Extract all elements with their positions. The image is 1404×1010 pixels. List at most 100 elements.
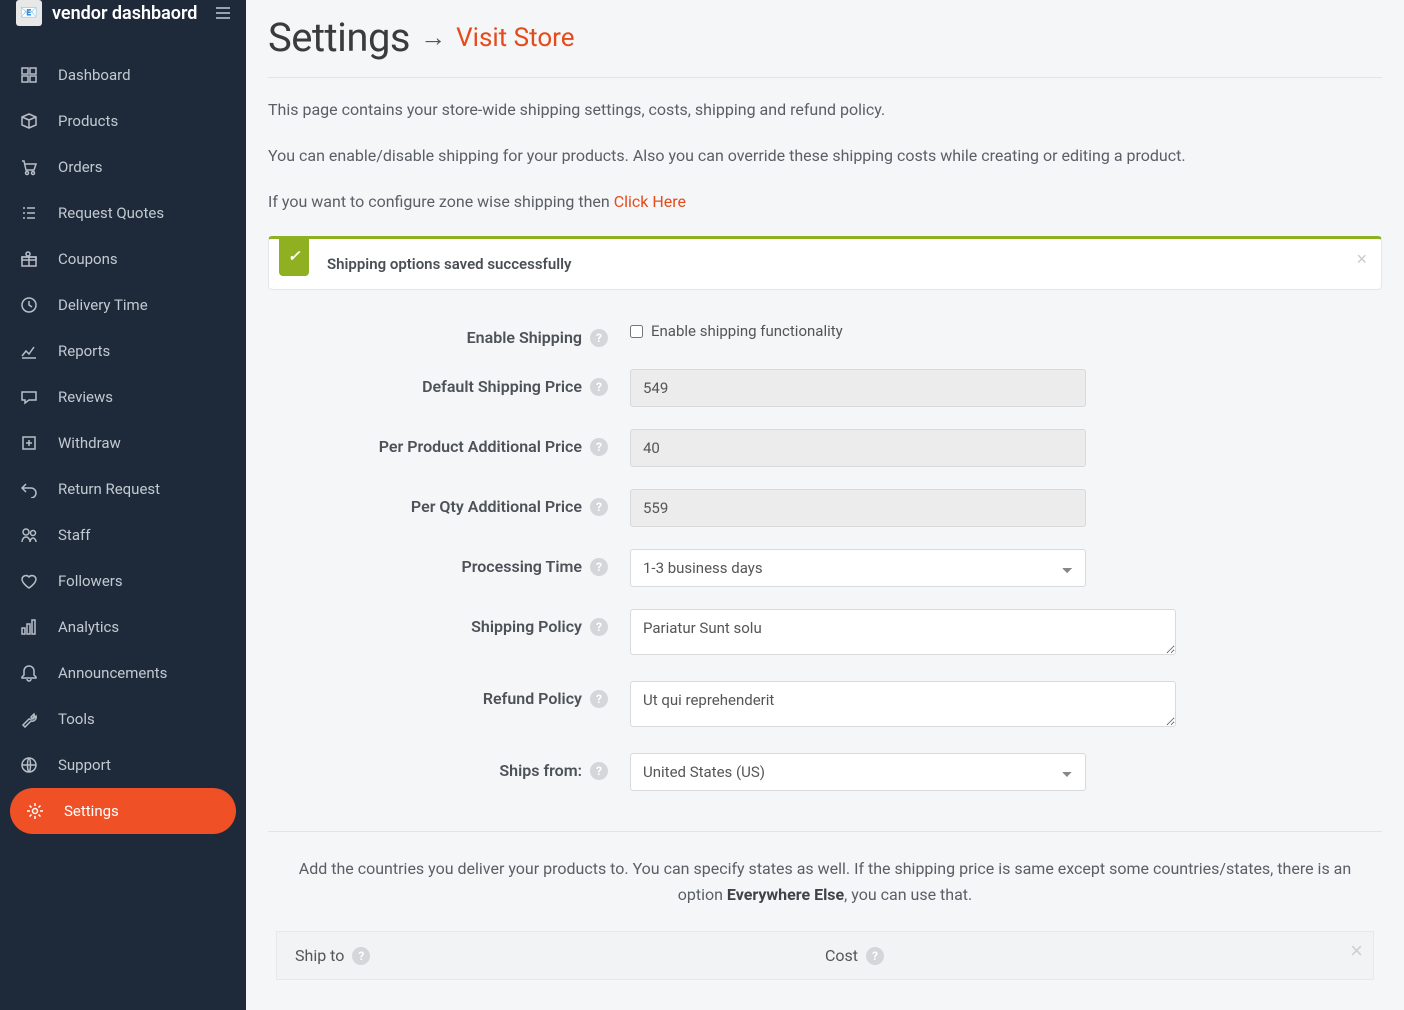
row-default-shipping-price: Default Shipping Price ? [268,369,1382,407]
help-icon[interactable]: ? [590,498,608,516]
sidebar-item-request-quotes[interactable]: Request Quotes [0,190,246,236]
sidebar-item-orders[interactable]: Orders [0,144,246,190]
shipping-policy-label: Shipping Policy [471,617,582,636]
alert-message: Shipping options saved successfully [327,255,572,273]
processing-time-select[interactable]: 1-3 business days [630,549,1086,587]
help-icon[interactable]: ? [590,558,608,576]
users-icon [20,526,38,544]
enable-shipping-checkbox-text: Enable shipping functionality [651,322,843,340]
list-icon [20,204,38,222]
help-icon[interactable]: ? [590,618,608,636]
refund-policy-textarea[interactable] [630,681,1176,727]
sidebar-item-announcements[interactable]: Announcements [0,650,246,696]
enable-shipping-checkbox[interactable] [630,325,643,338]
bell-icon [20,664,38,682]
globe-icon [20,756,38,774]
cart-icon [20,158,38,176]
sidebar-item-label: Dashboard [58,66,131,84]
sidebar-item-label: Announcements [58,664,167,682]
sidebar-item-label: Products [58,112,118,130]
sidebar-item-reviews[interactable]: Reviews [0,374,246,420]
countries-note-bold: Everywhere Else [727,885,844,904]
sidebar: 📧 vendor dashbaord DashboardProductsOrde… [0,0,246,1010]
main-content: Settings → Visit Store This page contain… [246,0,1404,1010]
ships-from-label: Ships from: [499,761,582,780]
alert-close-button[interactable]: × [1356,249,1367,270]
sidebar-item-analytics[interactable]: Analytics [0,604,246,650]
help-icon[interactable]: ? [590,329,608,347]
intro-p3-prefix: If you want to configure zone wise shipp… [268,192,614,211]
sidebar-item-reports[interactable]: Reports [0,328,246,374]
sidebar-item-staff[interactable]: Staff [0,512,246,558]
sidebar-item-return-request[interactable]: Return Request [0,466,246,512]
chart-icon [20,342,38,360]
heart-icon [20,572,38,590]
zone-shipping-link[interactable]: Click Here [614,192,686,211]
sidebar-item-support[interactable]: Support [0,742,246,788]
sidebar-item-label: Analytics [58,618,119,636]
sidebar-item-withdraw[interactable]: Withdraw [0,420,246,466]
processing-time-label: Processing Time [461,557,582,576]
intro-text: This page contains your store-wide shipp… [268,98,1382,214]
th-ship-to: Ship to ? [295,946,825,965]
per-qty-additional-label: Per Qty Additional Price [411,497,582,516]
shipping-policy-textarea[interactable] [630,609,1176,655]
sidebar-item-label: Orders [58,158,103,176]
sidebar-nav: Dashboard Products Orders Request Quotes Cou… [0,32,246,834]
arrow-icon: → [420,22,446,53]
menu-toggle-icon[interactable] [216,7,230,19]
help-icon[interactable]: ? [352,947,370,965]
sidebar-item-label: Tools [58,710,95,728]
th-cost: Cost ? [825,946,1355,965]
sidebar-item-delivery-time[interactable]: Delivery Time [0,282,246,328]
row-refund-policy: Refund Policy ? [268,681,1382,731]
gear-icon [26,802,44,820]
sidebar-item-products[interactable]: Products [0,98,246,144]
row-per-qty-additional: Per Qty Additional Price ? [268,489,1382,527]
row-per-product-additional: Per Product Additional Price ? [268,429,1382,467]
table-close-button[interactable]: × [1350,938,1363,964]
sidebar-item-label: Withdraw [58,434,121,452]
th-cost-label: Cost [825,946,858,965]
gift-icon [20,250,38,268]
sidebar-item-coupons[interactable]: Coupons [0,236,246,282]
divider [268,77,1382,78]
default-shipping-price-input[interactable] [630,369,1086,407]
help-icon[interactable]: ? [590,690,608,708]
help-icon[interactable]: ? [590,762,608,780]
enable-shipping-checkbox-label[interactable]: Enable shipping functionality [630,320,1176,340]
undo-icon [20,480,38,498]
enable-shipping-label: Enable Shipping [467,328,582,347]
page-title: Settings [268,14,410,61]
row-enable-shipping: Enable Shipping ? Enable shipping functi… [268,320,1382,347]
sidebar-item-label: Coupons [58,250,118,268]
sidebar-item-label: Return Request [58,480,160,498]
sidebar-item-label: Support [58,756,111,774]
intro-p2: You can enable/disable shipping for your… [268,144,1382,168]
sidebar-item-settings[interactable]: Settings [10,788,236,834]
help-icon[interactable]: ? [590,438,608,456]
countries-note-suffix: , you can use that. [844,885,972,904]
sidebar-item-label: Reviews [58,388,113,406]
chat-icon [20,388,38,406]
box-icon [20,112,38,130]
per-product-additional-input[interactable] [630,429,1086,467]
ships-from-select[interactable]: United States (US) [630,753,1086,791]
sidebar-item-label: Staff [58,526,90,544]
countries-table-header: Ship to ? Cost ? × [276,931,1374,980]
divider [268,831,1382,832]
sidebar-item-label: Settings [64,802,119,820]
row-ships-from: Ships from: ? United States (US) [268,753,1382,791]
bar-icon [20,618,38,636]
row-shipping-policy: Shipping Policy ? [268,609,1382,659]
sidebar-item-label: Reports [58,342,110,360]
sidebar-item-followers[interactable]: Followers [0,558,246,604]
help-icon[interactable]: ? [590,378,608,396]
sidebar-item-dashboard[interactable]: Dashboard [0,52,246,98]
help-icon[interactable]: ? [866,947,884,965]
sidebar-item-label: Request Quotes [58,204,164,222]
refund-policy-label: Refund Policy [483,689,582,708]
sidebar-item-tools[interactable]: Tools [0,696,246,742]
visit-store-link[interactable]: Visit Store [456,23,574,53]
per-qty-additional-input[interactable] [630,489,1086,527]
